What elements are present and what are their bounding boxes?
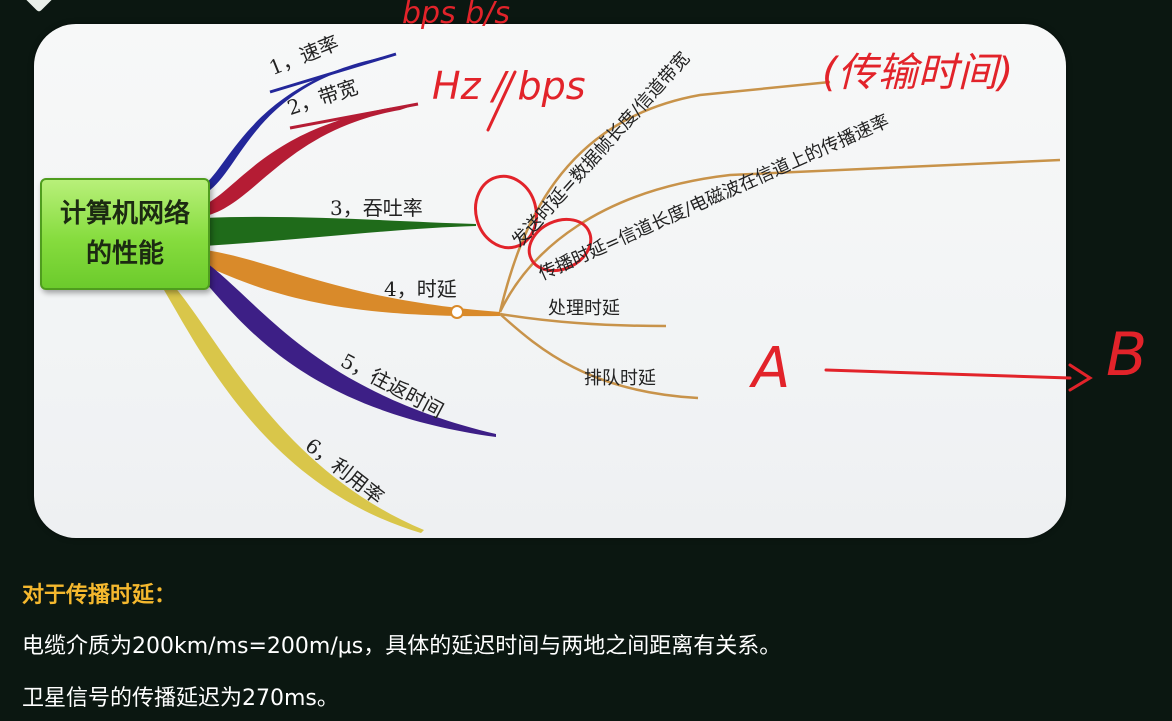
- note-bandwidth-units: Hz / bps: [432, 64, 586, 108]
- arrow-line: [824, 368, 1072, 380]
- caption-heading: 对于传播时延：: [22, 583, 177, 608]
- slide: 计算机网络 的性能 1，速率 2，带宽 3，吞吐率 4，时延 5，往返时间 6，…: [0, 0, 1172, 721]
- root-line-2: 的性能: [85, 239, 164, 269]
- label-delay: 4，时延: [384, 277, 457, 301]
- label-queuing-delay: 排队时延: [584, 368, 656, 389]
- label-throughput: 3，吞吐率: [330, 196, 423, 220]
- mindmap-root: 计算机网络 的性能: [40, 178, 210, 290]
- branch-throughput: [204, 216, 476, 246]
- note-point-a: A: [752, 336, 791, 401]
- delay-node: [450, 305, 464, 319]
- label-processing-delay: 处理时延: [548, 298, 620, 319]
- arrow-head: [1068, 363, 1093, 392]
- note-transmission-time: (传输时间): [822, 50, 1014, 96]
- note-point-b: B: [1106, 320, 1148, 390]
- mindmap-branches: [164, 52, 1093, 533]
- root-line-1: 计算机网络: [59, 199, 190, 229]
- caption-line-1: 电缆介质为200km/ms=200m/μs，具体的延迟时间与两地之间距离有关系。: [22, 634, 782, 659]
- branch-rate: [200, 55, 394, 194]
- note-rate-units: bps b/s: [402, 0, 511, 31]
- caption-line-2: 卫星信号的传播延迟为270ms。: [22, 686, 339, 711]
